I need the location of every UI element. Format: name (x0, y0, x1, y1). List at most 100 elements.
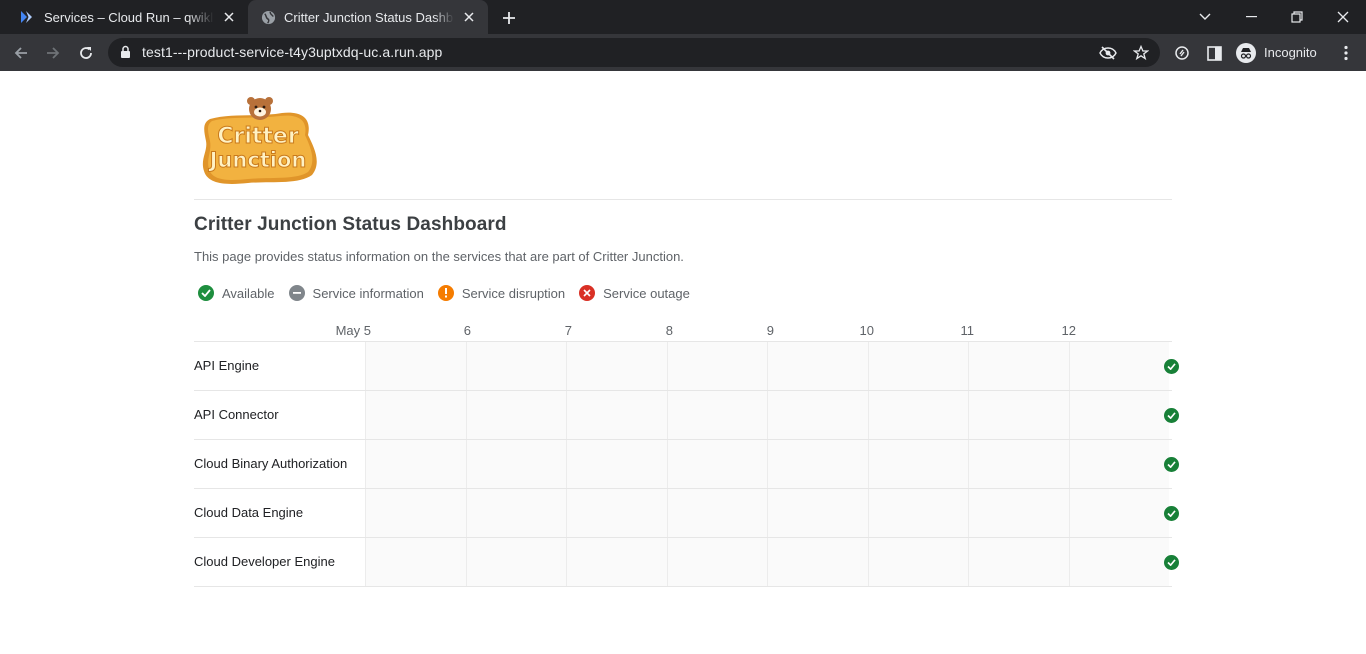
x-circle-icon (579, 285, 596, 301)
day-cell (365, 440, 466, 488)
service-row[interactable]: Cloud Data Engine (194, 489, 1179, 538)
day-cells (365, 489, 1172, 537)
eye-off-icon[interactable] (1098, 43, 1118, 63)
day-cell (968, 440, 1069, 488)
day-cell (1068, 440, 1169, 488)
close-tab-icon[interactable] (220, 8, 238, 26)
day-cells (365, 538, 1172, 586)
tab-title: Services – Cloud Run – qwiklabs- (44, 9, 214, 25)
bookmark-star-icon[interactable] (1131, 43, 1151, 63)
service-row[interactable]: API Engine (194, 342, 1179, 391)
legend-item-outage: Service outage (579, 285, 690, 301)
day-cell (767, 342, 868, 390)
tab-cloud-run[interactable]: Services – Cloud Run – qwiklabs- (8, 0, 248, 34)
day-cells (365, 391, 1172, 439)
incognito-icon (1236, 42, 1256, 63)
reload-icon[interactable] (73, 40, 99, 66)
service-row[interactable]: Cloud Binary Authorization (194, 440, 1179, 489)
day-cell (968, 538, 1069, 586)
close-tab-icon[interactable] (460, 8, 478, 26)
service-rows: API Engine API Connector Cloud Binary Auth… (194, 341, 1179, 587)
legend-label: Service information (312, 285, 424, 301)
day-cell (1068, 391, 1169, 439)
day-cell (666, 391, 767, 439)
day-cell (767, 440, 868, 488)
day-cell (566, 391, 667, 439)
day-cell (968, 342, 1069, 390)
day-cell (465, 391, 566, 439)
page-title: Critter Junction Status Dashboard (194, 214, 507, 235)
day-cells (365, 440, 1172, 488)
globe-icon (260, 9, 276, 25)
status-grid: May 5 6 7 8 9 10 11 12 API Engine API Con… (194, 322, 1179, 587)
restore-icon[interactable] (1274, 0, 1320, 34)
day-cell (867, 489, 968, 537)
check-circle-icon (198, 285, 214, 301)
menu-kebab-icon[interactable] (1333, 40, 1359, 66)
day-cell (767, 391, 868, 439)
tab-title: Critter Junction Status Dashboard (284, 9, 454, 25)
close-window-icon[interactable] (1320, 0, 1366, 34)
service-row[interactable]: API Connector (194, 391, 1179, 440)
browser-chrome: Services – Cloud Run – qwiklabs- Critter… (0, 0, 1366, 71)
page-content: Critter Junction Critter Junction Status… (0, 71, 1366, 654)
day-cell (968, 391, 1069, 439)
legend-label: Available (222, 285, 275, 301)
back-icon[interactable] (8, 40, 34, 66)
check-circle-icon (1164, 457, 1179, 472)
day-cell (465, 489, 566, 537)
date-label: 9 (766, 323, 774, 338)
address-bar[interactable]: test1---product-service-t4y3uptxdq-uc.a.… (108, 38, 1160, 67)
legend-label: Service disruption (461, 285, 566, 301)
day-cell (465, 440, 566, 488)
svg-text:Critter: Critter (217, 124, 298, 149)
side-panel-icon[interactable] (1201, 40, 1227, 66)
url-text: test1---product-service-t4y3uptxdq-uc.a.… (142, 44, 443, 60)
day-cell (365, 391, 466, 439)
lock-icon[interactable] (120, 45, 131, 64)
check-circle-icon (1164, 408, 1179, 423)
day-cell (867, 342, 968, 390)
day-cell (666, 489, 767, 537)
tab-search-icon[interactable] (1182, 0, 1228, 34)
day-cell (365, 342, 466, 390)
legend-item-disruption: Service disruption (437, 285, 566, 301)
service-name: API Engine (194, 358, 260, 373)
day-cell (1068, 538, 1169, 586)
incognito-badge[interactable]: Incognito (1232, 39, 1327, 66)
status-legend: Available Service information Service di… (198, 285, 704, 301)
service-row[interactable]: Cloud Developer Engine (194, 538, 1179, 587)
critter-junction-logo: Critter Junction (200, 97, 320, 187)
toolbar: test1---product-service-t4y3uptxdq-uc.a.… (0, 34, 1366, 71)
date-label: 8 (665, 323, 673, 338)
tab-status-dashboard[interactable]: Critter Junction Status Dashboard (248, 0, 488, 34)
date-label: 11 (960, 323, 975, 338)
date-label: 6 (463, 323, 471, 338)
date-label: 7 (564, 323, 572, 338)
day-cell (968, 489, 1069, 537)
day-cell (365, 489, 466, 537)
day-cell (666, 440, 767, 488)
new-tab-icon[interactable] (498, 7, 520, 29)
extensions-icon[interactable] (1169, 40, 1195, 66)
svg-text:Junction: Junction (208, 148, 307, 172)
exclamation-circle-icon (437, 285, 454, 301)
day-cell (1068, 342, 1169, 390)
page-description: This page provides status information on… (194, 249, 684, 264)
tab-strip: Services – Cloud Run – qwiklabs- Critter… (0, 0, 1366, 34)
day-cell (566, 440, 667, 488)
check-circle-icon (1164, 506, 1179, 521)
day-cells (365, 342, 1172, 390)
day-cell (1068, 489, 1169, 537)
day-cell (867, 538, 968, 586)
forward-icon[interactable] (40, 40, 66, 66)
cloud-run-icon (20, 9, 36, 25)
day-cell (465, 342, 566, 390)
date-label: 10 (859, 323, 874, 338)
service-name: Cloud Data Engine (194, 505, 304, 520)
day-cell (867, 440, 968, 488)
minimize-icon[interactable] (1228, 0, 1274, 34)
check-circle-icon (1164, 359, 1179, 374)
day-cell (566, 538, 667, 586)
day-cell (566, 342, 667, 390)
